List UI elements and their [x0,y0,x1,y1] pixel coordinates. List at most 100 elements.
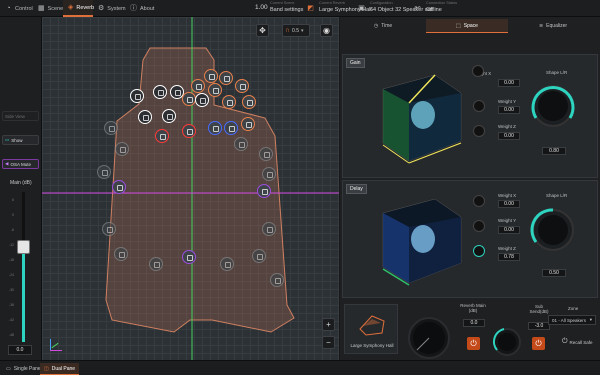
tab-control[interactable]: ◔ Control [0,0,33,17]
sub-send-field[interactable]: -3.0 [528,322,550,330]
main-db-label: Main (dB) [10,180,32,186]
speaker-icon[interactable] [241,117,255,131]
osa-mute-button[interactable]: ◀ OSA Mute [2,159,39,169]
delay-shape-field[interactable]: 0.50 [542,269,566,277]
zoom-out-icon[interactable]: − [322,336,335,349]
speaker-icon[interactable] [222,95,236,109]
reverb-main-knob[interactable] [407,316,451,360]
main-fader-handle[interactable] [17,240,30,254]
speaker-icon[interactable] [234,137,248,151]
delay-weight-y-knob[interactable] [473,220,485,232]
recall-safe-button[interactable]: ⏻ Recall Safe [562,336,596,348]
speaker-icon[interactable] [104,121,118,135]
delay-weight-z-field[interactable]: 0.78 [498,253,520,261]
speaker-icon[interactable] [242,95,256,109]
tab-equalizer[interactable]: ≋ Equalizer [510,19,596,33]
side-view-button[interactable]: Side View [2,111,39,121]
speaker-icon[interactable] [130,89,144,103]
move-icon[interactable]: ✥ [256,24,269,37]
reverb-send-dropdown[interactable]: ∩ 0.5 ▾ [282,24,310,37]
delay-room-plot [365,191,465,295]
axis-gizmo [47,335,65,353]
speaker-icon[interactable] [219,71,233,85]
fader-scale: 6 0 -6 -12 -18 -24 -30 -36 -42 -48 [8,198,14,337]
speaker-icon[interactable] [262,222,276,236]
speaker-icon[interactable] [262,167,276,181]
speaker-icon[interactable] [182,124,196,138]
speaker-icon[interactable] [138,110,152,124]
tab-about[interactable]: ⓘ About [125,0,155,17]
speaker-config-icon: ▣ [358,5,365,12]
speaker-icon[interactable] [208,121,222,135]
speaker-icon[interactable] [195,93,209,107]
hall-preview-icon [359,315,385,336]
speaker-icon[interactable] [191,79,205,93]
main-value-field[interactable]: 0.0 [8,345,32,355]
speaker-icon[interactable] [182,92,196,106]
speaker-icon[interactable] [114,247,128,261]
power-icon: ⏻ [562,338,568,345]
tab-scenes[interactable]: ▦ Scenes [33,0,66,17]
y-axis [51,342,59,349]
speaker-icon[interactable] [259,147,273,161]
speaker-icon[interactable] [224,121,238,135]
right-pane: ◷Time ⬚Space ≋Equalizer Gain Weight X 0.… [340,17,600,360]
delay-weight-x-field[interactable]: 0.00 [498,200,520,208]
speaker-icon[interactable] [257,184,271,198]
speaker-icon[interactable] [270,273,284,287]
delay-weight-y-field[interactable]: 0.00 [498,226,520,234]
zoom-in-icon[interactable]: + [322,318,335,331]
delay-title: Delay [346,184,367,194]
gain-weight-y-knob[interactable] [473,100,485,112]
gain-weight-x-field[interactable]: 0.00 [498,79,520,87]
speaker-icon[interactable] [149,257,163,271]
reverb-main-field[interactable]: 0.0 [463,319,485,327]
gain-shape-field[interactable]: 0.80 [542,147,566,155]
gain-weight-x-knob[interactable] [472,65,484,77]
screen-icon: ▭ [5,137,10,142]
tab-system[interactable]: ⚙ System [93,0,126,17]
delay-weight-x-knob[interactable] [473,195,485,207]
speaker-icon[interactable] [115,142,129,156]
speaker-icon[interactable] [182,250,196,264]
speaker-icon[interactable] [112,180,126,194]
speaker-icon[interactable] [162,109,176,123]
tab-time[interactable]: ◷ Time [342,19,424,33]
info-icon: ⓘ [130,5,137,12]
speaker-icon[interactable] [155,129,169,143]
hall-card[interactable]: Large Symphony Hall [344,304,398,354]
power-icon[interactable]: ⏻ [532,337,545,350]
speaker-icon: ◀ [5,161,9,166]
speaker-icon[interactable] [235,79,249,93]
gain-weight-z-knob[interactable] [473,125,485,137]
speaker-icon[interactable] [208,83,222,97]
zone-dropdown[interactable]: 01 - All Speakers ▾ [548,315,596,325]
x-axis [50,350,62,351]
speaker-icon[interactable] [220,257,234,271]
speaker-icon[interactable] [102,222,116,236]
tab-dual-pane[interactable]: ◫ Dual Pane [40,363,80,375]
speaker-canvas[interactable]: ✥ ∩ 0.5 ▾ ◉ + − [42,17,339,360]
speaker-icon[interactable] [252,249,266,263]
tab-single-pane[interactable]: ▭ Single Pane [2,363,45,375]
gain-weight-y-field[interactable]: 0.00 [498,106,520,114]
gain-shape-knob[interactable] [528,81,578,131]
power-icon[interactable]: ⏻ [467,337,480,350]
eye-icon[interactable]: ◉ [320,24,333,37]
speaker-icon[interactable] [97,165,111,179]
reverb-controls: Large Symphony Hall Reverb Main (dB) 0.0… [342,302,598,360]
speaker-icon[interactable] [204,69,218,83]
gain-weight-z-field[interactable]: 0.00 [498,132,520,140]
delay-weight-z-knob[interactable] [473,245,485,257]
current-scene-status: 1.00 Current Scene Band settings [255,1,304,13]
tab-space[interactable]: ⬚ Space [426,19,508,33]
space-icon: ⬚ [456,22,461,29]
left-sidebar: Side View ▭ Show ◀ OSA Mute Main (dB) 6 0 … [0,17,42,360]
gauge-icon: ◔ [6,5,11,12]
sub-send-knob[interactable] [492,327,522,357]
speaker-icon[interactable] [153,85,167,99]
show-button[interactable]: ▭ Show [2,135,39,145]
dual-pane-icon: ◫ [44,365,49,372]
tab-reverb[interactable]: ◈ Reverb [63,0,94,17]
delay-shape-knob[interactable] [528,205,578,255]
